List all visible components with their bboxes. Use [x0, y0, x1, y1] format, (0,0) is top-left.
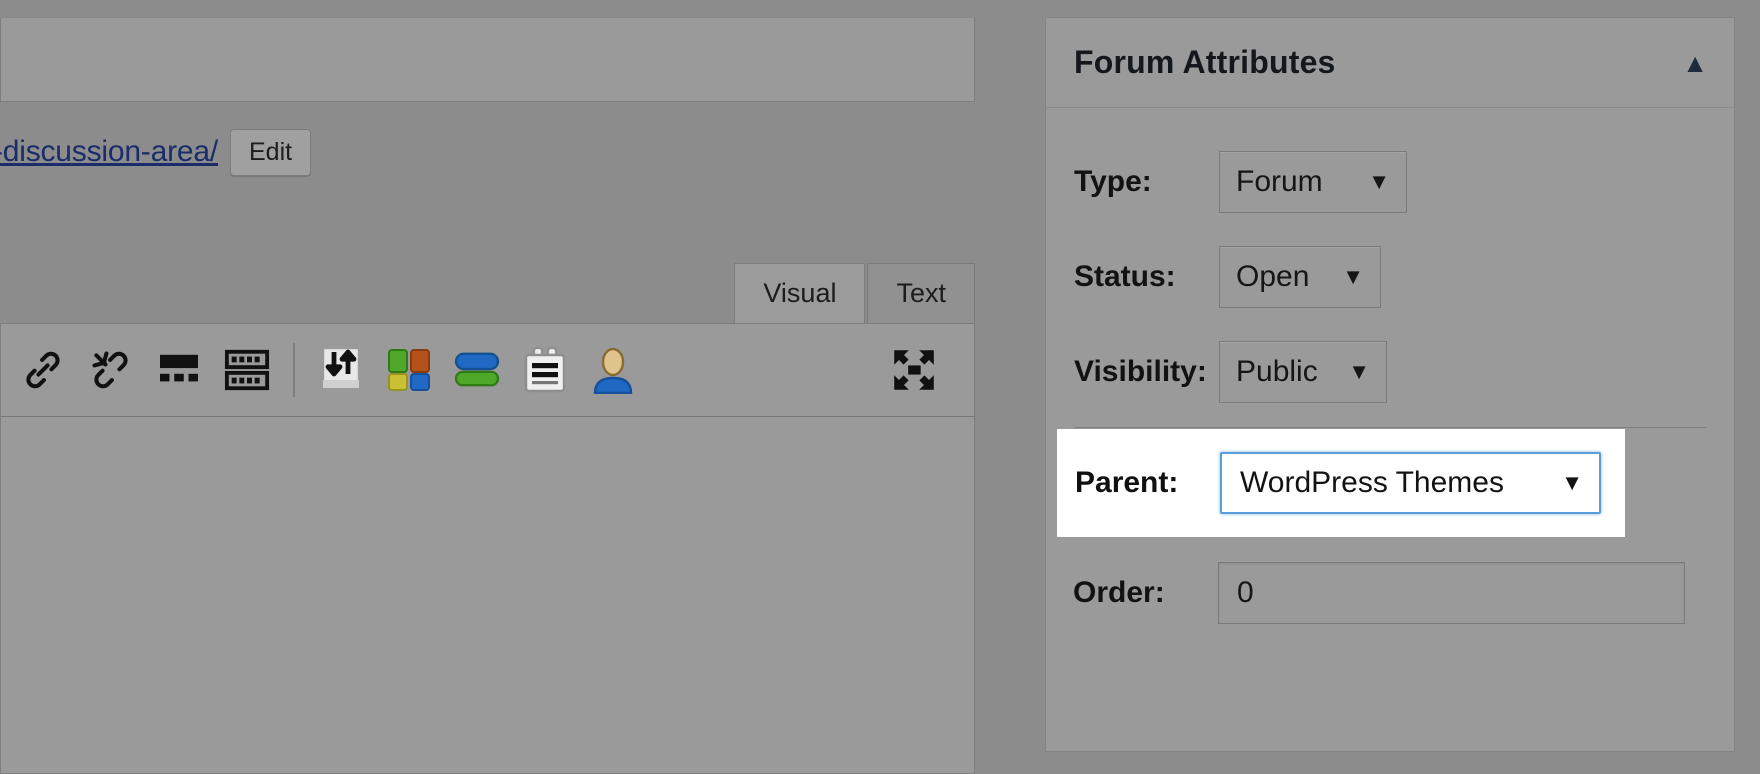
screen-root: al-discussion-area/ Edit Visual Text: [0, 0, 1760, 774]
chevron-down-icon: ▼: [1348, 361, 1370, 383]
insert-list-icon[interactable]: [511, 331, 579, 409]
editor-toolbar: [0, 323, 975, 417]
forum-order-input[interactable]: 0: [1218, 562, 1685, 624]
forum-visibility-select[interactable]: Public ▼: [1219, 341, 1387, 403]
chevron-up-icon[interactable]: ▲: [1682, 50, 1708, 76]
import-export-icon[interactable]: [307, 331, 375, 409]
chevron-down-icon: ▼: [1368, 171, 1390, 193]
forum-visibility-label: Visibility:: [1074, 355, 1219, 389]
forum-attributes-body: Type: Forum ▼ Status: Open ▼ Visibility:…: [1046, 108, 1734, 428]
tab-text[interactable]: Text: [867, 263, 975, 323]
forum-visibility-value: Public: [1236, 355, 1318, 389]
user-avatar-icon[interactable]: [579, 331, 647, 409]
permalink-row: al-discussion-area/ Edit: [0, 122, 993, 182]
forum-parent-select[interactable]: WordPress Themes ▼: [1220, 452, 1601, 514]
toolbar-separator: [293, 343, 295, 397]
forum-type-row: Type: Forum ▼: [1074, 134, 1706, 229]
fullscreen-expand-icon[interactable]: [880, 331, 948, 409]
post-editor-column: al-discussion-area/ Edit Visual Text: [0, 0, 993, 774]
forum-parent-row-highlight: Parent: WordPress Themes ▼: [1057, 429, 1625, 537]
forum-visibility-row: Visibility: Public ▼: [1074, 324, 1706, 419]
forum-status-row: Status: Open ▼: [1074, 229, 1706, 324]
section-divider: [1074, 427, 1706, 428]
forum-order-row: Order: 0: [1073, 545, 1713, 640]
forum-status-label: Status:: [1074, 260, 1219, 294]
forum-type-label: Type:: [1074, 165, 1219, 199]
post-content-editor[interactable]: [0, 417, 975, 774]
insert-read-more-icon[interactable]: [145, 331, 213, 409]
unlink-icon[interactable]: [77, 331, 145, 409]
forum-order-label: Order:: [1073, 576, 1218, 610]
permalink-link[interactable]: al-discussion-area/: [0, 135, 218, 169]
color-swatches-icon[interactable]: [375, 331, 443, 409]
tab-visual[interactable]: Visual: [734, 263, 865, 323]
insert-button-icon[interactable]: [443, 331, 511, 409]
forum-parent-label: Parent:: [1075, 466, 1220, 500]
forum-attributes-header[interactable]: Forum Attributes ▲: [1046, 18, 1734, 108]
chevron-down-icon: ▼: [1561, 472, 1583, 494]
editor-mode-tabs: Visual Text: [734, 263, 975, 323]
forum-status-select[interactable]: Open ▼: [1219, 246, 1381, 308]
edit-permalink-button[interactable]: Edit: [230, 129, 311, 176]
post-title-input[interactable]: [0, 17, 975, 102]
chevron-down-icon: ▼: [1342, 266, 1364, 288]
link-icon[interactable]: [9, 331, 77, 409]
forum-attributes-metabox: Forum Attributes ▲ Type: Forum ▼ Status:…: [1045, 17, 1735, 752]
forum-type-value: Forum: [1236, 165, 1323, 199]
forum-status-value: Open: [1236, 260, 1309, 294]
keyboard-shortcuts-icon[interactable]: [213, 331, 281, 409]
forum-type-select[interactable]: Forum ▼: [1219, 151, 1407, 213]
forum-parent-value: WordPress Themes: [1240, 466, 1504, 500]
forum-attributes-title: Forum Attributes: [1074, 44, 1336, 81]
